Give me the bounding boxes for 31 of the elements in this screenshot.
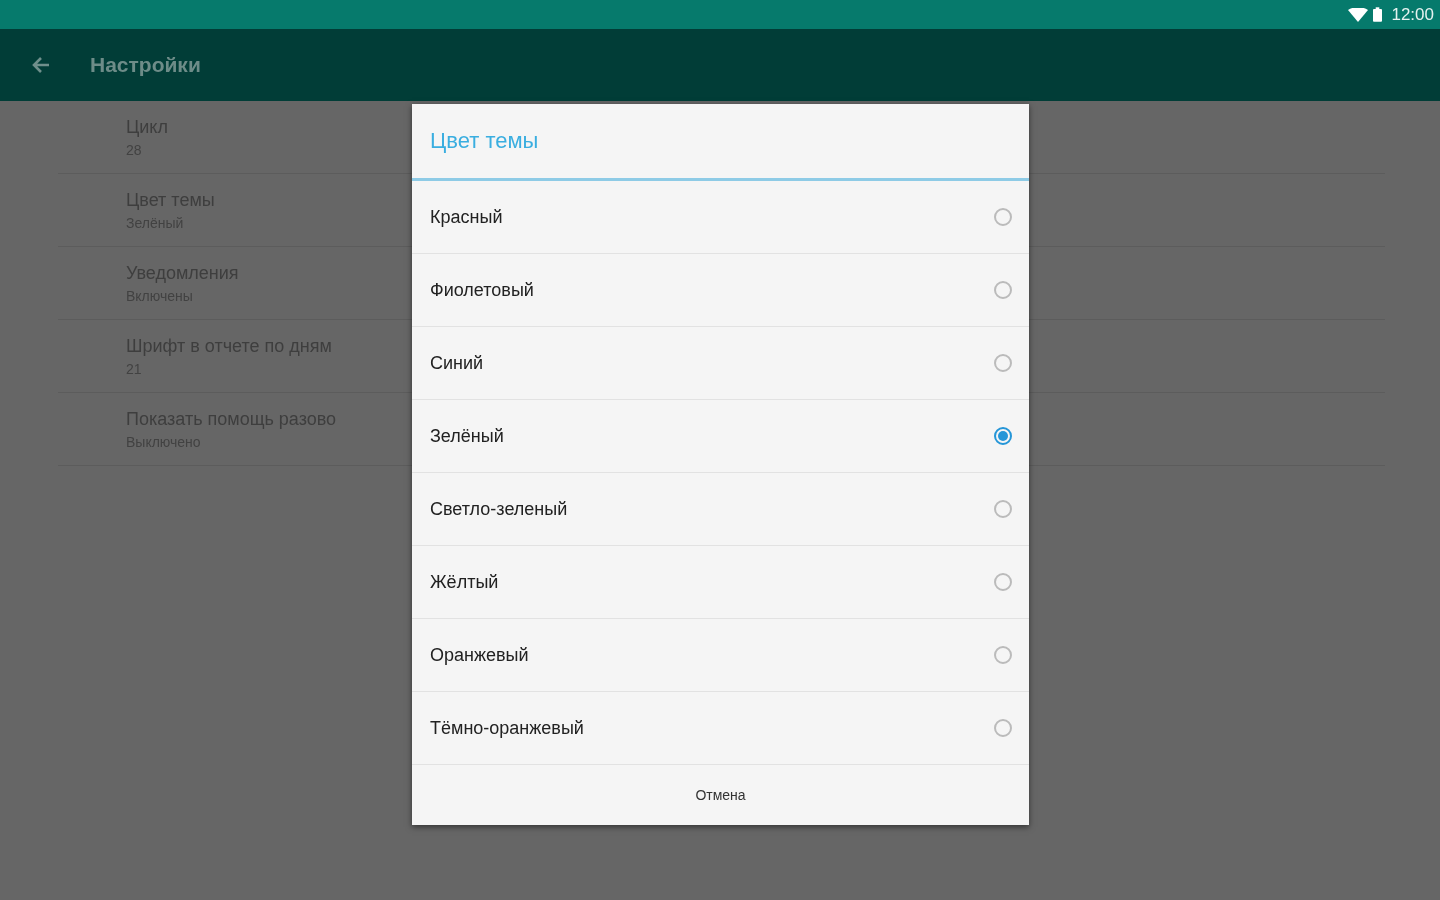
clock-time: 12:00	[1391, 4, 1434, 25]
battery-icon	[1373, 7, 1383, 22]
wifi-icon	[1348, 7, 1369, 22]
radio-option[interactable]: Синий	[412, 327, 1029, 400]
radio-option[interactable]: Зелёный	[412, 400, 1029, 473]
option-label: Тёмно-оранжевый	[430, 717, 584, 739]
radio-option[interactable]: Оранжевый	[412, 619, 1029, 692]
option-label: Синий	[430, 352, 484, 374]
radio-option[interactable]: Светло-зеленый	[412, 473, 1029, 546]
back-arrow-icon[interactable]	[31, 55, 51, 75]
cancel-button[interactable]: Отмена	[679, 779, 762, 811]
option-label: Красный	[430, 206, 503, 228]
dialog-title: Цвет темы	[412, 104, 1029, 181]
radio-button[interactable]	[994, 500, 1012, 518]
option-label: Фиолетовый	[430, 279, 534, 301]
radio-button[interactable]	[994, 573, 1012, 591]
radio-option[interactable]: Жёлтый	[412, 546, 1029, 619]
radio-button[interactable]	[994, 719, 1012, 737]
radio-button[interactable]	[994, 208, 1012, 226]
option-label: Светло-зеленый	[430, 498, 568, 520]
radio-button[interactable]	[994, 646, 1012, 664]
radio-option[interactable]: Красный	[412, 181, 1029, 254]
option-label: Зелёный	[430, 425, 504, 447]
radio-button[interactable]	[994, 427, 1012, 445]
option-label: Жёлтый	[430, 571, 499, 593]
radio-button[interactable]	[994, 281, 1012, 299]
radio-button[interactable]	[994, 354, 1012, 372]
toolbar-title: Настройки	[90, 53, 201, 77]
radio-option[interactable]: Фиолетовый	[412, 254, 1029, 327]
option-label: Оранжевый	[430, 644, 529, 666]
radio-option[interactable]: Тёмно-оранжевый	[412, 692, 1029, 765]
